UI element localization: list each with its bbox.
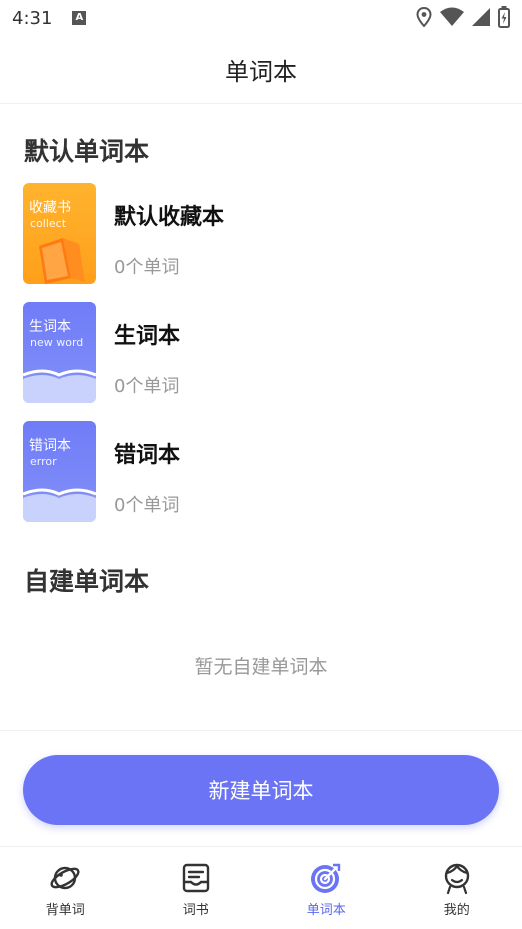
book-item-new-word[interactable]: 生词本 new word 生词本 0个单词 [23, 302, 493, 404]
status-icons [416, 6, 510, 28]
location-icon [416, 7, 432, 27]
book-name: 默认收藏本 [114, 205, 225, 230]
book-name: 生词本 [114, 324, 181, 349]
status-time: 4:31 [12, 7, 53, 29]
wifi-icon [440, 7, 464, 26]
book-count: 0个单词 [114, 376, 180, 397]
signal-icon [472, 8, 490, 26]
user-icon [444, 863, 469, 895]
tab-label: 单词本 [306, 903, 346, 918]
tab-wordbook-list[interactable]: 单词本 [261, 847, 392, 929]
open-book-icon [23, 488, 96, 522]
open-book-icon [23, 369, 96, 403]
default-section-title: 默认单词本 [24, 137, 150, 166]
target-icon [311, 863, 341, 893]
divider [0, 730, 522, 731]
bottom-tab-bar: 背单词 词书 单词本 我的 [0, 846, 522, 929]
book-cover-collect: 收藏书 collect [23, 183, 96, 284]
status-bar: 4:31 A [0, 0, 522, 36]
book-icon [182, 863, 209, 893]
page-title: 单词本 [225, 58, 297, 86]
tab-label: 我的 [443, 903, 470, 918]
book-count: 0个单词 [114, 257, 180, 278]
cover-subtitle: error [30, 455, 57, 468]
cover-title: 错词本 [29, 438, 71, 454]
cover-subtitle: new word [30, 336, 84, 349]
title-bar: 单词本 [0, 36, 522, 104]
book-item-error[interactable]: 错词本 error 错词本 0个单词 [23, 421, 493, 523]
tab-label: 词书 [182, 903, 209, 918]
book-count: 0个单词 [114, 495, 180, 516]
tab-profile[interactable]: 我的 [392, 847, 522, 929]
book-item-collect[interactable]: 收藏书 collect 默认收藏本 0个单词 [23, 183, 493, 285]
book-cover-new-word: 生词本 new word [23, 302, 96, 403]
tab-label: 背单词 [45, 903, 85, 918]
tab-wordbooks[interactable]: 词书 [131, 847, 262, 929]
book-cover-error: 错词本 error [23, 421, 96, 522]
planet-icon [50, 866, 80, 890]
empty-state-text: 暂无自建单词本 [194, 656, 328, 678]
cover-title: 收藏书 [29, 200, 71, 216]
book-illustration-icon [39, 238, 85, 284]
battery-icon [498, 6, 510, 28]
tab-memorize[interactable]: 背单词 [0, 847, 131, 929]
a-icon: A [72, 11, 87, 25]
custom-section-title: 自建单词本 [24, 567, 150, 596]
cover-subtitle: collect [30, 217, 67, 230]
cover-title: 生词本 [29, 319, 71, 335]
book-name: 错词本 [114, 443, 181, 468]
create-wordbook-button[interactable]: 新建单词本 [23, 755, 499, 825]
